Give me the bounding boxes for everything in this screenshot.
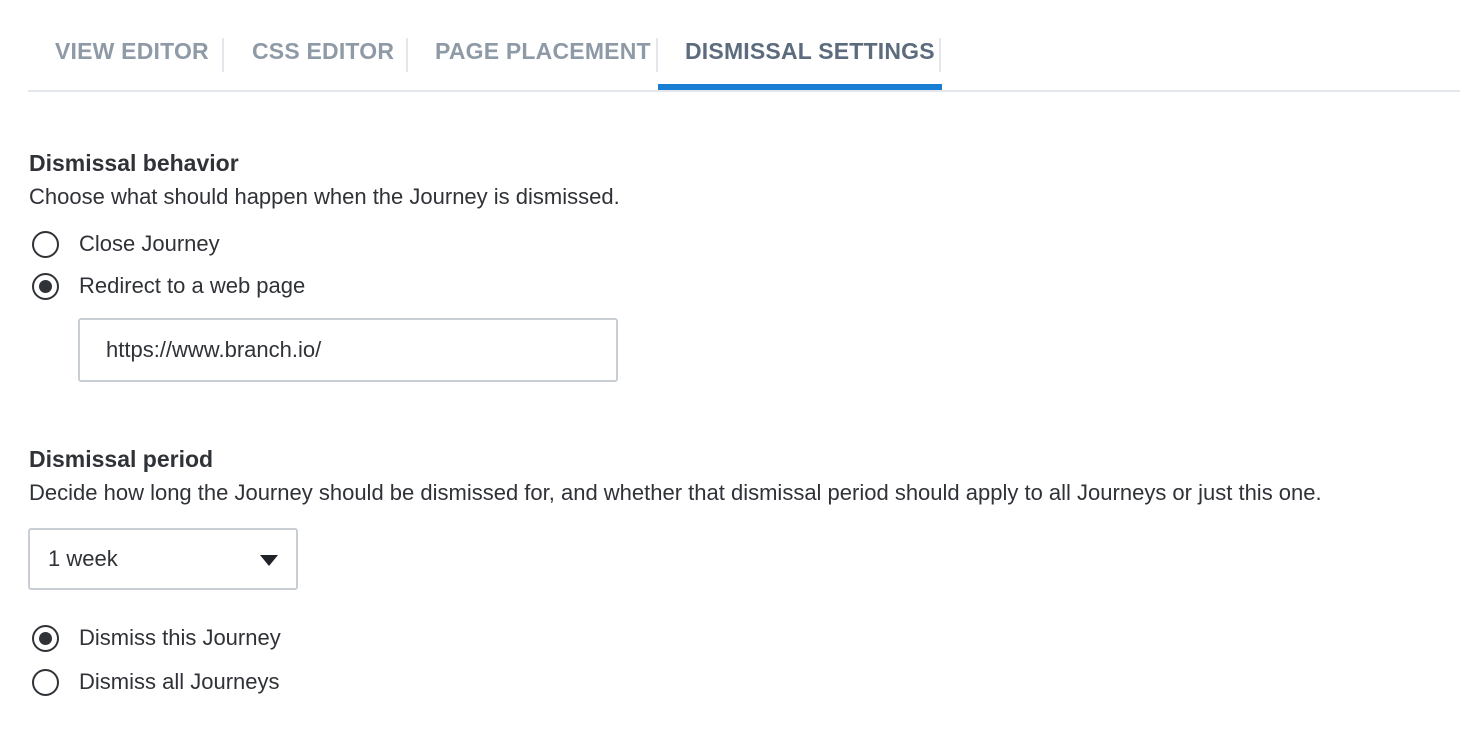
dismissal-duration-value: 1 week	[48, 546, 118, 571]
radio-redirect-web-page-label: Redirect to a web page	[79, 273, 306, 298]
radio-close-journey[interactable]: Close Journey	[32, 229, 220, 259]
tab-dismissal-settings[interactable]: DISMISSAL SETTINGS	[685, 38, 935, 72]
tab-view-editor[interactable]: VIEW EDITOR	[55, 38, 209, 72]
redirect-url-input[interactable]	[78, 318, 618, 382]
radio-redirect-web-page[interactable]: Redirect to a web page	[32, 271, 305, 301]
dismissal-period-description: Decide how long the Journey should be di…	[29, 480, 1322, 505]
tab-divider	[406, 38, 408, 72]
dismissal-behavior-description: Choose what should happen when the Journ…	[29, 184, 620, 209]
radio-checked-icon[interactable]	[32, 624, 59, 652]
active-tab-indicator	[658, 84, 942, 90]
dismissal-duration-select[interactable]: 1 week	[28, 528, 298, 590]
tab-divider	[222, 38, 224, 72]
radio-checked-icon[interactable]	[32, 272, 59, 300]
tab-page-placement[interactable]: PAGE PLACEMENT	[435, 38, 651, 72]
dismissal-behavior-heading: Dismissal behavior	[29, 150, 239, 176]
dismissal-period-heading: Dismissal period	[29, 446, 214, 472]
tab-css-editor[interactable]: CSS EDITOR	[252, 38, 394, 72]
tab-divider	[656, 38, 658, 72]
radio-dismiss-all-journeys-label: Dismiss all Journeys	[79, 669, 280, 694]
radio-unchecked-icon[interactable]	[32, 668, 59, 696]
caret-down-icon	[260, 555, 278, 566]
tab-bar: VIEW EDITOR CSS EDITOR PAGE PLACEMENT DI…	[28, 0, 1460, 92]
radio-unchecked-icon[interactable]	[32, 230, 59, 258]
tab-divider	[939, 38, 941, 72]
radio-dismiss-this-journey[interactable]: Dismiss this Journey	[32, 623, 281, 653]
radio-close-journey-label: Close Journey	[79, 231, 220, 256]
radio-dismiss-all-journeys[interactable]: Dismiss all Journeys	[32, 667, 280, 697]
radio-dismiss-this-journey-label: Dismiss this Journey	[79, 625, 281, 650]
